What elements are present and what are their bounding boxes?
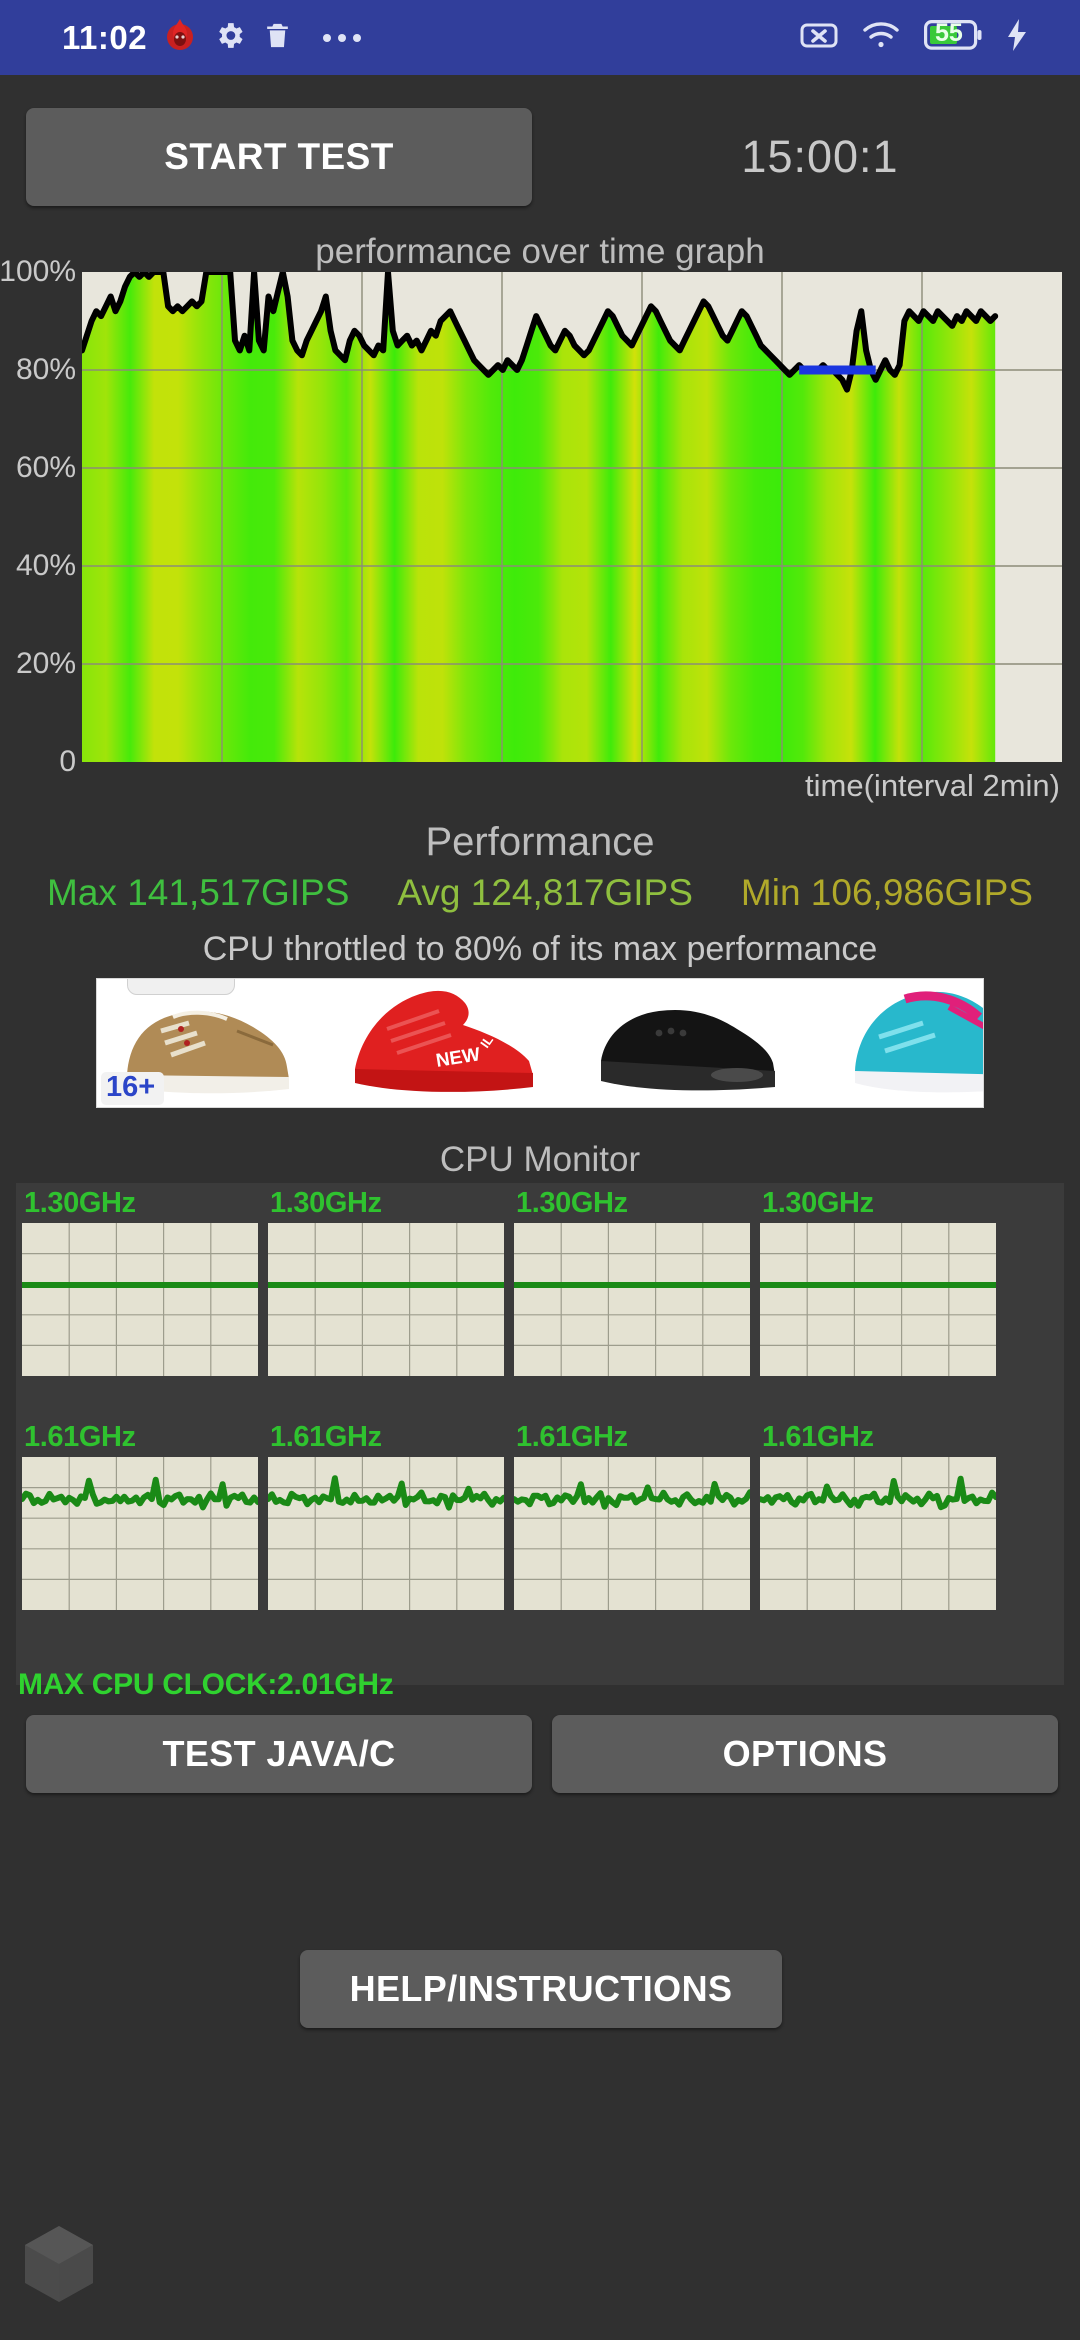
- y-tick-40: 40%: [15, 549, 76, 582]
- ad-content: NEW IL 16+: [97, 979, 983, 1107]
- performance-graph-title: performance over time graph: [315, 232, 765, 271]
- x-axis-label: time(interval 2min): [805, 768, 1060, 803]
- status-bar-right: 55: [800, 19, 1028, 56]
- test-java-c-button[interactable]: TEST JAVA/C: [26, 1715, 532, 1793]
- charging-bolt-icon: [1006, 19, 1028, 56]
- cpu-core-5: 1.61GHz: [268, 1421, 504, 1610]
- cpu-core-2: 1.30GHz: [514, 1187, 750, 1376]
- cpu-core-5-frequency: 1.61GHz: [270, 1421, 382, 1453]
- cpu-core-5-graph: [268, 1457, 504, 1610]
- cpu-core-2-frequency: 1.30GHz: [516, 1187, 628, 1219]
- cpu-core-3-frequency: 1.30GHz: [762, 1187, 874, 1219]
- cpu-monitor-heading: CPU Monitor: [439, 1140, 641, 1179]
- y-tick-60: 60%: [15, 451, 76, 484]
- ad-shoe-teal: [855, 991, 983, 1093]
- cpu-core-6: 1.61GHz: [514, 1421, 750, 1610]
- y-axis: 100% 80% 60% 40% 20% 0: [0, 255, 82, 778]
- cpu-core-3-graph: [760, 1223, 996, 1376]
- wifi-icon: [862, 20, 900, 55]
- cpu-core-6-graph: [514, 1457, 750, 1610]
- cpu-core-7-graph: [760, 1457, 996, 1610]
- ad-shoe-black: [601, 1009, 775, 1091]
- cpu-core-7-frequency: 1.61GHz: [762, 1421, 874, 1453]
- clock-time: 11:02: [62, 18, 148, 56]
- ad-age-badge: 16+: [101, 1072, 165, 1105]
- battery-icon: 55: [924, 19, 982, 55]
- y-tick-20: 20%: [15, 647, 76, 680]
- cpu-core-3: 1.30GHz: [760, 1187, 996, 1376]
- stat-min: Min 106,986GIPS: [740, 872, 1033, 913]
- cpu-core-6-frequency: 1.61GHz: [516, 1421, 628, 1453]
- top-controls: START TEST 15:00:1: [0, 75, 1080, 230]
- status-bar: 11:02 55: [0, 0, 1080, 75]
- cpu-core-1-frequency: 1.30GHz: [270, 1187, 382, 1219]
- cpu-core-7: 1.61GHz: [760, 1421, 996, 1610]
- performance-stats: Max 141,517GIPS Avg 124,817GIPS Min 106,…: [0, 872, 1080, 914]
- throttle-note: CPU throttled to 80% of its max performa…: [202, 930, 878, 968]
- stat-avg: Avg 124,817GIPS: [397, 872, 693, 913]
- options-button[interactable]: OPTIONS: [552, 1715, 1058, 1793]
- cpu-core-0: 1.30GHz: [22, 1187, 258, 1376]
- stat-max: Max 141,517GIPS: [47, 872, 350, 913]
- gear-icon: [213, 19, 246, 57]
- max-cpu-clock-label: MAX CPU CLOCK:2.01GHz: [18, 1668, 394, 1701]
- cpu-core-0-frequency: 1.30GHz: [24, 1187, 136, 1219]
- no-sim-icon: [800, 21, 838, 54]
- help-instructions-button[interactable]: HELP/INSTRUCTIONS: [300, 1950, 782, 2028]
- performance-heading: Performance: [425, 820, 655, 864]
- ad-banner[interactable]: NEW IL 16+: [96, 978, 984, 1108]
- trash-icon: [262, 20, 293, 56]
- overflow-dots-icon: [323, 33, 362, 42]
- start-test-button[interactable]: START TEST: [26, 108, 532, 206]
- test-timer: 15:00:1: [741, 131, 899, 182]
- performance-area: [82, 272, 996, 762]
- app-hexagon-logo: [23, 2224, 95, 2309]
- cpu-core-1: 1.30GHz: [268, 1187, 504, 1376]
- ad-shoe-red: NEW IL: [355, 990, 533, 1092]
- y-tick-80: 80%: [15, 353, 76, 386]
- cpu-core-4: 1.61GHz: [22, 1421, 258, 1610]
- cpu-core-0-graph: [22, 1223, 258, 1376]
- cpu-core-2-graph: [514, 1223, 750, 1376]
- status-bar-left: 11:02: [62, 18, 362, 57]
- y-tick-100: 100%: [0, 255, 76, 288]
- performance-plot-svg: [82, 272, 1062, 762]
- flame-icon: [163, 18, 197, 57]
- cpu-core-1-graph: [268, 1223, 504, 1376]
- battery-percent: 55: [935, 19, 963, 47]
- performance-plot-area: [82, 272, 1062, 762]
- performance-graph: 100% 80% 60% 40% 20% 0: [0, 255, 1080, 778]
- cpu-core-4-frequency: 1.61GHz: [24, 1421, 136, 1453]
- cpu-core-4-graph: [22, 1457, 258, 1610]
